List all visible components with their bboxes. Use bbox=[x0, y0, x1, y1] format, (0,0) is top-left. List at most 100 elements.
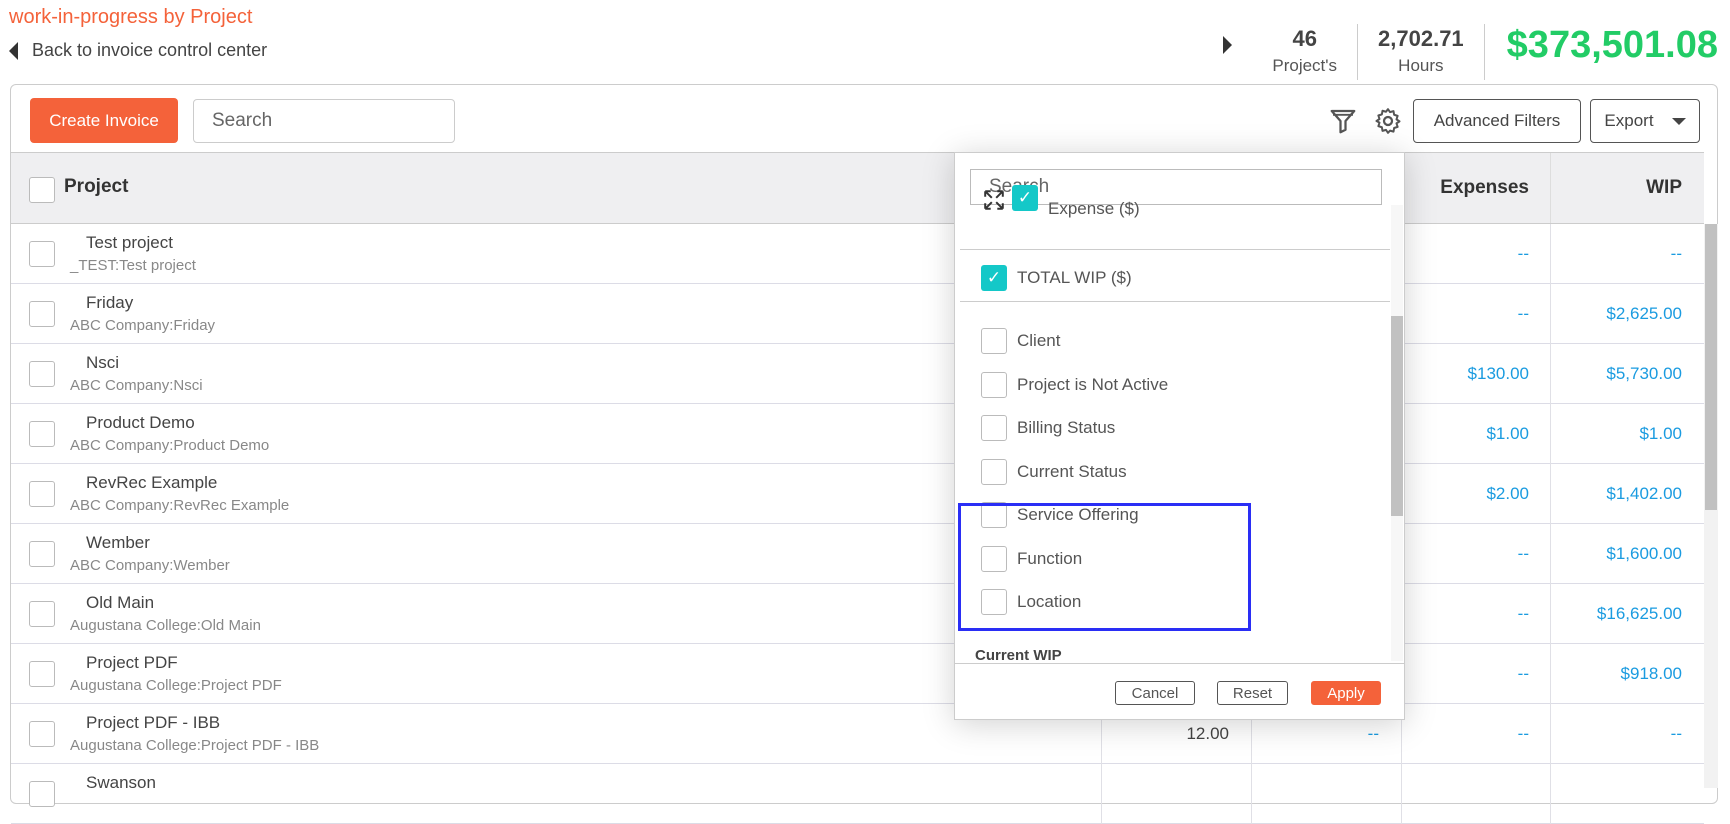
table-row[interactable]: Project PDF Augustana College:Project PD… bbox=[11, 644, 1704, 704]
project-path: _TEST:Test project bbox=[70, 257, 196, 274]
popup-scrollbar-thumb[interactable] bbox=[1391, 316, 1403, 516]
row-checkbox[interactable] bbox=[29, 541, 55, 567]
caret-right-icon[interactable] bbox=[1223, 36, 1233, 54]
expand-icon[interactable] bbox=[983, 189, 1005, 211]
checkbox[interactable] bbox=[981, 415, 1007, 441]
cell-wip[interactable]: $1.00 bbox=[1550, 404, 1704, 464]
project-name[interactable]: Nsci bbox=[86, 353, 119, 373]
row-checkbox[interactable] bbox=[29, 661, 55, 687]
cell-wip[interactable] bbox=[1550, 764, 1704, 824]
column-expenses[interactable]: Expenses bbox=[1401, 153, 1551, 223]
cell-expenses[interactable]: -- bbox=[1401, 704, 1551, 764]
filter-icon[interactable] bbox=[1328, 106, 1358, 136]
page-title: work-in-progress by Project bbox=[9, 6, 253, 28]
column-wip[interactable]: WIP bbox=[1550, 153, 1704, 223]
row-checkbox[interactable] bbox=[29, 241, 55, 267]
divider bbox=[960, 249, 1390, 250]
row-checkbox[interactable] bbox=[29, 781, 55, 807]
cell-expenses[interactable]: $1.00 bbox=[1401, 404, 1551, 464]
cell-amount[interactable] bbox=[1251, 764, 1401, 824]
row-checkbox[interactable] bbox=[29, 721, 55, 747]
project-name[interactable]: Wember bbox=[86, 533, 150, 553]
reset-button[interactable]: Reset bbox=[1217, 681, 1288, 705]
checkbox[interactable] bbox=[981, 328, 1007, 354]
cell-wip[interactable]: -- bbox=[1550, 224, 1704, 284]
back-label: Back to invoice control center bbox=[32, 40, 268, 60]
cell-wip[interactable]: -- bbox=[1550, 704, 1704, 764]
project-name[interactable]: Swanson bbox=[86, 773, 156, 793]
cell-expenses[interactable]: -- bbox=[1401, 284, 1551, 344]
project-name[interactable]: Project PDF bbox=[86, 653, 178, 673]
total-wip-amount: $373,501.08 bbox=[1506, 24, 1718, 66]
cell-wip[interactable]: $2,625.00 bbox=[1550, 284, 1704, 344]
row-checkbox[interactable] bbox=[29, 421, 55, 447]
advanced-filters-button[interactable]: Advanced Filters bbox=[1413, 99, 1581, 143]
cell-expenses[interactable]: -- bbox=[1401, 524, 1551, 584]
cell-wip[interactable]: $1,402.00 bbox=[1550, 464, 1704, 524]
cell-wip[interactable]: $5,730.00 bbox=[1550, 344, 1704, 404]
option-billing-status[interactable]: Billing Status bbox=[981, 415, 1115, 441]
project-path: Augustana College:Project PDF - IBB bbox=[70, 737, 320, 754]
projects-count: 46 bbox=[1292, 26, 1317, 51]
table-row[interactable]: Friday ABC Company:Friday -- $2,625.00 bbox=[11, 284, 1704, 344]
table-row[interactable]: RevRec Example ABC Company:RevRec Exampl… bbox=[11, 464, 1704, 524]
option-label: Current Status bbox=[1017, 461, 1127, 481]
table-row[interactable]: Wember ABC Company:Wember -- $1,600.00 bbox=[11, 524, 1704, 584]
project-name[interactable]: Test project bbox=[86, 233, 173, 253]
cell-wip[interactable]: $16,625.00 bbox=[1550, 584, 1704, 644]
project-path: ABC Company:RevRec Example bbox=[70, 497, 290, 514]
export-button[interactable]: Export bbox=[1590, 99, 1700, 143]
highlight-box bbox=[958, 503, 1251, 631]
row-checkbox[interactable] bbox=[29, 601, 55, 627]
create-invoice-button[interactable]: Create Invoice bbox=[30, 98, 178, 143]
option-label: Project is Not Active bbox=[1017, 374, 1169, 394]
option-total-wip[interactable]: ✓ TOTAL WIP ($) bbox=[981, 265, 1132, 291]
row-checkbox[interactable] bbox=[29, 481, 55, 507]
cell-wip[interactable]: $918.00 bbox=[1550, 644, 1704, 704]
table-row[interactable]: Product Demo ABC Company:Product Demo $1… bbox=[11, 404, 1704, 464]
option-client[interactable]: Client bbox=[981, 328, 1060, 354]
checkbox[interactable] bbox=[981, 458, 1007, 485]
option-project-is-not-active[interactable]: Project is Not Active bbox=[981, 371, 1169, 398]
cell-expenses[interactable]: -- bbox=[1401, 644, 1551, 704]
checkbox[interactable] bbox=[981, 371, 1007, 398]
hours-count: 2,702.71 bbox=[1378, 26, 1464, 51]
table-row[interactable]: Project PDF - IBB Augustana College:Proj… bbox=[11, 704, 1704, 764]
table-row[interactable]: Nsci ABC Company:Nsci $130.00 $5,730.00 bbox=[11, 344, 1704, 404]
table-scrollbar-thumb[interactable] bbox=[1705, 224, 1717, 510]
project-name[interactable]: RevRec Example bbox=[86, 473, 217, 493]
select-all-checkbox[interactable] bbox=[29, 177, 55, 203]
table-row[interactable]: Old Main Augustana College:Old Main -- $… bbox=[11, 584, 1704, 644]
option-expense[interactable]: ✓ Expense ($) bbox=[1012, 185, 1140, 219]
checkbox-checked-icon[interactable]: ✓ bbox=[1012, 185, 1038, 211]
option-current-status[interactable]: Current Status bbox=[981, 458, 1127, 485]
cell-expenses[interactable]: -- bbox=[1401, 224, 1551, 284]
checkbox-checked-icon[interactable]: ✓ bbox=[981, 265, 1007, 291]
cell-expenses[interactable]: $2.00 bbox=[1401, 464, 1551, 524]
project-name[interactable]: Friday bbox=[86, 293, 133, 313]
table-row[interactable]: Swanson bbox=[11, 764, 1704, 824]
search-input[interactable]: Search bbox=[193, 99, 455, 143]
cell-wip[interactable]: $1,600.00 bbox=[1550, 524, 1704, 584]
cell-expenses[interactable]: $130.00 bbox=[1401, 344, 1551, 404]
table-row[interactable]: Test project _TEST:Test project -- -- bbox=[11, 224, 1704, 284]
cancel-button[interactable]: Cancel bbox=[1115, 681, 1195, 705]
project-name[interactable]: Product Demo bbox=[86, 413, 195, 433]
option-label: Expense ($) bbox=[1048, 199, 1140, 218]
project-name[interactable]: Old Main bbox=[86, 593, 154, 613]
gear-icon[interactable] bbox=[1373, 106, 1403, 136]
project-name[interactable]: Project PDF - IBB bbox=[86, 713, 220, 733]
divider bbox=[955, 663, 1404, 664]
apply-button[interactable]: Apply bbox=[1311, 681, 1381, 705]
hours-stat: 2,702.71 Hours bbox=[1358, 24, 1485, 80]
row-checkbox[interactable] bbox=[29, 301, 55, 327]
column-project[interactable]: Project bbox=[64, 176, 128, 198]
cell-expenses[interactable]: -- bbox=[1401, 584, 1551, 644]
cell-expenses[interactable] bbox=[1401, 764, 1551, 824]
row-checkbox[interactable] bbox=[29, 361, 55, 387]
project-path: ABC Company:Nsci bbox=[70, 377, 203, 394]
project-path: ABC Company:Wember bbox=[70, 557, 230, 574]
option-label: TOTAL WIP ($) bbox=[1017, 268, 1132, 287]
projects-stat: 46 Project's bbox=[1252, 24, 1359, 80]
back-link[interactable]: Back to invoice control center bbox=[9, 40, 267, 61]
